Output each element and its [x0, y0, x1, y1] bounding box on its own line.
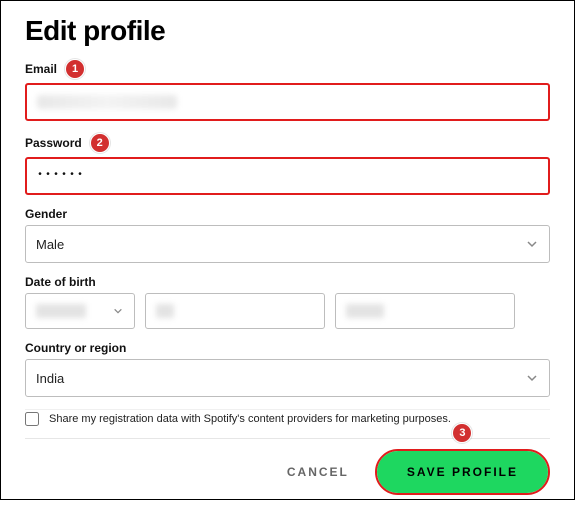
dob-group: Date of birth [25, 275, 550, 329]
save-highlight: 3 SAVE PROFILE [375, 449, 550, 495]
password-value: •••••• [37, 158, 85, 194]
divider [25, 438, 550, 439]
dob-label: Date of birth [25, 275, 96, 289]
password-input[interactable]: •••••• [25, 157, 550, 195]
dob-year-value-redacted [346, 304, 384, 318]
actions-row: CANCEL 3 SAVE PROFILE [25, 449, 550, 495]
country-group: Country or region India [25, 341, 550, 397]
email-label: Email [25, 62, 57, 76]
email-group: Email 1 [25, 59, 550, 121]
dob-month-value-redacted [36, 304, 86, 318]
dob-month-select[interactable] [25, 293, 135, 329]
gender-group: Gender Male [25, 207, 550, 263]
password-group: Password 2 •••••• [25, 133, 550, 195]
marketing-checkbox[interactable] [25, 412, 39, 426]
annotation-badge-2: 2 [90, 133, 110, 153]
gender-value: Male [36, 237, 64, 252]
email-input[interactable] [25, 83, 550, 121]
annotation-badge-1: 1 [65, 59, 85, 79]
annotation-badge-3: 3 [452, 423, 472, 443]
password-label: Password [25, 136, 82, 150]
country-select[interactable]: India [25, 359, 550, 397]
dob-day-value-redacted [156, 304, 174, 318]
gender-select[interactable]: Male [25, 225, 550, 263]
dob-year-input[interactable] [335, 293, 515, 329]
cancel-button[interactable]: CANCEL [275, 455, 361, 489]
page-title: Edit profile [25, 15, 550, 47]
country-value: India [36, 371, 64, 386]
email-value-redacted [37, 95, 177, 109]
country-label: Country or region [25, 341, 126, 355]
dob-day-input[interactable] [145, 293, 325, 329]
save-profile-button[interactable]: SAVE PROFILE [377, 451, 548, 493]
gender-label: Gender [25, 207, 67, 221]
marketing-label: Share my registration data with Spotify'… [49, 413, 451, 425]
marketing-checkbox-row: Share my registration data with Spotify'… [25, 409, 550, 426]
